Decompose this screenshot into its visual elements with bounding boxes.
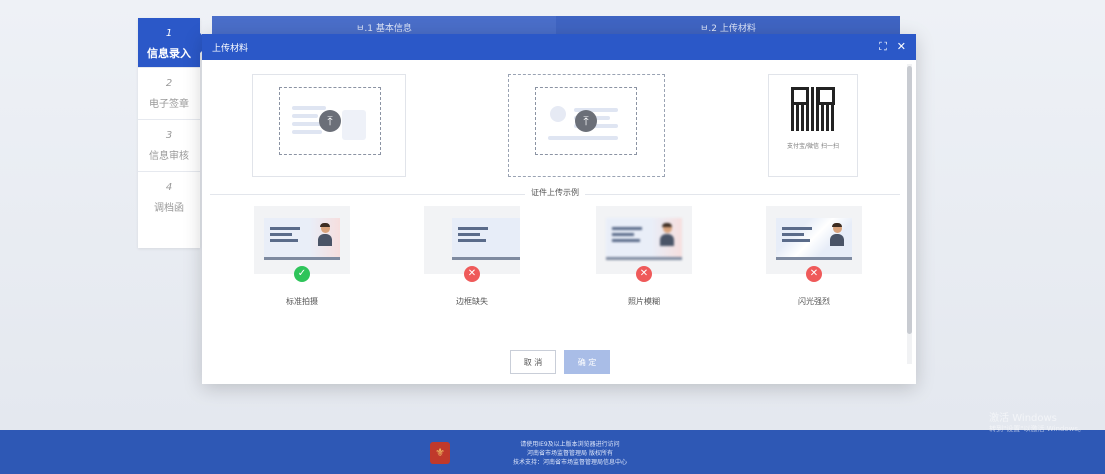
step-number: 4 [165,182,173,193]
dialog-header: 上传材料 ⛶ ✕ [202,34,916,60]
site-footer: ⚜ 请使用IE9及以上版本浏览器进行访问 河南省市场监督管理局 版权所有 技术支… [0,430,1105,474]
cancel-button[interactable]: 取 消 [510,350,556,374]
step-2[interactable]: 2 电子签章 [138,68,200,120]
step-label: 信息录入 [147,47,191,60]
step-number: 3 [165,130,173,141]
examples-heading: 证件上传示例 [525,187,585,198]
example-standard: ✓ 标准拍摄 [254,206,350,307]
dialog-title: 上传材料 [212,43,249,54]
footer-line-2: 河南省市场监督管理局 版权所有 [527,450,613,457]
id-front-upload[interactable]: ⤒ [252,74,406,177]
example-glare: ✕ 闪光强烈 [766,206,862,307]
id-back-upload[interactable]: ⤒ [508,74,665,177]
expand-icon[interactable]: ⛶ [879,40,887,54]
example-image [596,206,692,274]
qr-caption: 支付宝/微信 扫一扫 [787,143,839,150]
close-icon[interactable]: ✕ [897,40,906,54]
example-image [424,206,520,274]
step-3[interactable]: 3 信息审核 [138,120,200,172]
error-icon: ✕ [806,266,822,282]
example-label: 标准拍摄 [286,297,318,306]
step-label: 电子签章 [149,99,189,110]
confirm-button[interactable]: 确 定 [564,350,610,374]
watermark-title: 激活 Windows [989,413,1057,424]
qr-code-icon [791,87,835,131]
crop-frame: ⤒ [535,87,637,155]
step-1[interactable]: 1 信息录入 [138,18,210,68]
step-sidebar: 1 信息录入 2 电子签章 3 信息审核 4 调档函 [138,18,210,248]
footer-text: 请使用IE9及以上版本浏览器进行访问 河南省市场监督管理局 版权所有 技术支持：… [470,440,670,467]
check-icon: ✓ [294,266,310,282]
footer-line-1: 请使用IE9及以上版本浏览器进行访问 [520,441,620,448]
upload-icon[interactable]: ⤒ [575,110,597,132]
example-image [766,206,862,274]
example-image [254,206,350,274]
example-label: 边框缺失 [456,297,488,306]
example-missing-border: ✕ 边框缺失 [424,206,520,307]
example-blurry: ✕ 照片模糊 [596,206,692,307]
examples-divider: 证件上传示例 [210,187,900,201]
step-number: 2 [165,78,173,89]
upload-icon[interactable]: ⤒ [319,110,341,132]
qr-code-panel: 支付宝/微信 扫一扫 [768,74,858,177]
crop-frame: ⤒ [279,87,381,155]
dialog-tools: ⛶ ✕ [879,40,906,54]
step-4[interactable]: 4 调档函 [138,172,200,224]
upload-row: ⤒ ⤒ 支付宝/微信 扫一扫 [202,74,916,178]
step-label: 调档函 [154,203,184,214]
dialog-actions: 取 消 确 定 [510,350,610,374]
example-label: 闪光强烈 [798,297,830,306]
footer-line-3: 技术支持：河南省市场监督管理局信息中心 [512,459,627,466]
error-icon: ✕ [636,266,652,282]
step-number: 1 [165,28,173,39]
upload-materials-dialog: 上传材料 ⛶ ✕ ⤒ ⤒ 支付宝/微信 扫一扫 证件上传示例 ✓ 标准拍摄 ✕ … [202,34,916,384]
watermark-subtitle: 转到"设置"以激活 Windows。 [989,425,1085,433]
emblem-logo: ⚜ [430,442,450,464]
windows-activation-watermark: 激活 Windows 转到"设置"以激活 Windows。 [989,414,1085,434]
step-label: 信息审核 [149,151,189,162]
error-icon: ✕ [464,266,480,282]
example-label: 照片模糊 [628,297,660,306]
